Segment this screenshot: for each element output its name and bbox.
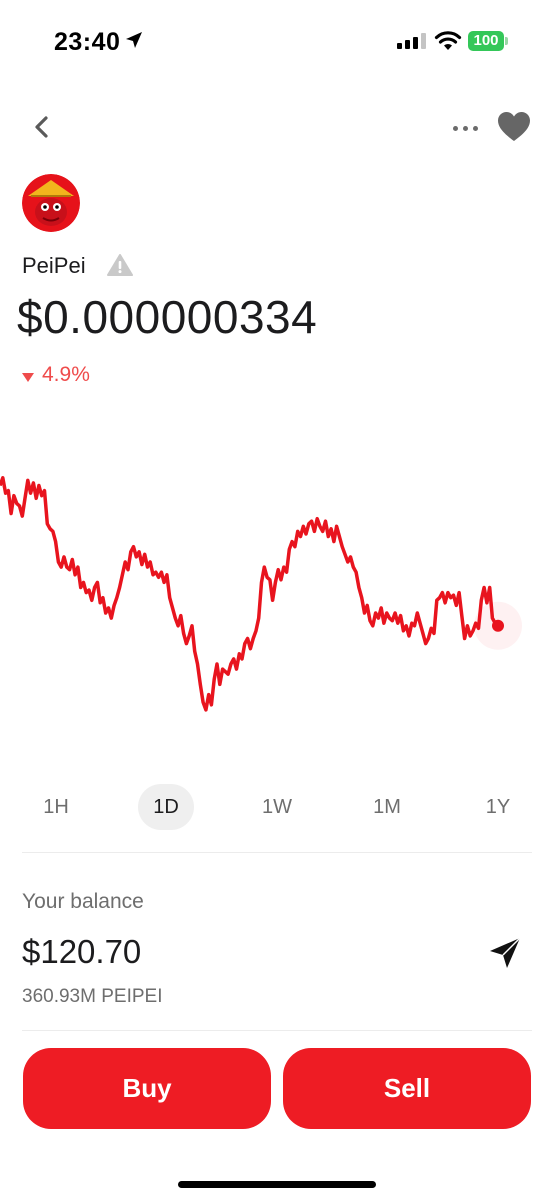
cellular-signal-icon	[397, 33, 426, 49]
ellipsis-icon	[452, 125, 458, 131]
current-point	[492, 619, 504, 632]
tab-1y[interactable]: 1Y	[470, 784, 526, 830]
warning-icon[interactable]	[107, 253, 133, 277]
down-triangle-icon	[22, 372, 34, 382]
divider	[22, 1030, 532, 1031]
paper-plane-icon	[490, 937, 521, 968]
favorite-button[interactable]	[495, 108, 533, 146]
token-name: PeiPei	[22, 253, 86, 278]
send-button[interactable]	[484, 932, 526, 974]
more-options-button[interactable]	[448, 118, 482, 138]
balance-units: 360.93M PEIPEI	[22, 986, 163, 1007]
location-arrow-icon	[126, 32, 142, 48]
sell-button[interactable]: Sell	[283, 1048, 531, 1129]
battery-level: 100	[468, 31, 504, 51]
price-change-percent: 4.9%	[42, 363, 90, 386]
divider	[22, 852, 532, 853]
balance-value: $120.70	[22, 933, 142, 970]
status-time: 23:40	[54, 28, 121, 56]
price-change: 4.9%	[22, 363, 90, 387]
wifi-icon	[434, 31, 462, 50]
battery-indicator: 100	[468, 31, 508, 51]
chevron-left-icon	[35, 116, 48, 138]
tab-1w[interactable]: 1W	[249, 784, 305, 830]
heart-icon	[498, 112, 530, 141]
token-avatar	[22, 174, 80, 232]
buy-button[interactable]: Buy	[23, 1048, 271, 1129]
tab-1d[interactable]: 1D	[138, 784, 194, 830]
price-line	[0, 476, 500, 712]
back-button[interactable]	[26, 110, 60, 144]
time-range-tabs: 1H 1D 1W 1M 1Y	[0, 784, 554, 830]
price-chart[interactable]	[0, 440, 554, 740]
balance-label: Your balance	[22, 890, 144, 913]
token-price: $0.000000334	[17, 291, 318, 343]
tab-1m[interactable]: 1M	[359, 784, 415, 830]
home-indicator[interactable]	[178, 1181, 376, 1188]
tab-1h[interactable]: 1H	[28, 784, 84, 830]
